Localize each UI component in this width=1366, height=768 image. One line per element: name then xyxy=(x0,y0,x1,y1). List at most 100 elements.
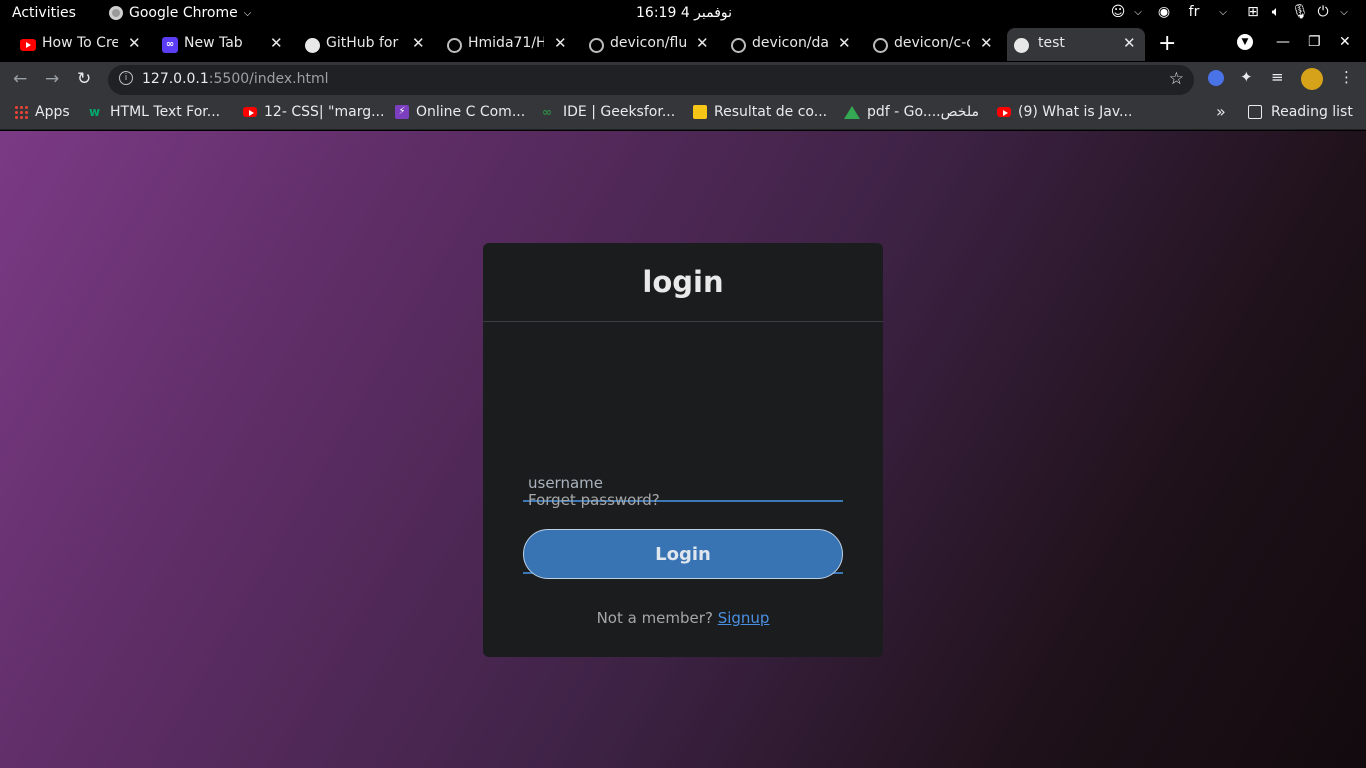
apps-grid-icon xyxy=(14,105,28,119)
bookmark-item[interactable]: pdf - Go....ملخص xyxy=(844,104,979,120)
close-icon[interactable]: ✕ xyxy=(838,34,851,52)
forgot-password-link[interactable]: Forget password? xyxy=(528,491,660,509)
close-icon[interactable]: ✕ xyxy=(270,34,283,52)
close-icon[interactable]: ✕ xyxy=(554,34,567,52)
network-icon[interactable]: ⊞ xyxy=(1242,4,1264,20)
tab-title: New Tab xyxy=(184,35,243,51)
bookmark-label: IDE | Geeksfor... xyxy=(563,104,676,120)
volume-icon[interactable]: 🔈︎ xyxy=(1264,4,1288,20)
close-icon[interactable]: ✕ xyxy=(696,34,709,52)
tab-0[interactable]: How To Cre ✕ xyxy=(14,28,150,61)
tab-title: devicon/flu xyxy=(610,35,686,51)
bookmark-item[interactable]: ⚡ Online C Com... xyxy=(395,104,525,120)
address-bar[interactable]: i 127.0.0.1:5500/index.html ☆ xyxy=(108,65,1194,95)
login-button[interactable]: Login xyxy=(523,529,843,579)
bookmark-apps[interactable]: Apps xyxy=(14,104,70,120)
close-icon[interactable]: ✕ xyxy=(128,34,141,52)
forward-icon[interactable]: → xyxy=(45,69,59,89)
menu-icon[interactable]: ⋮ xyxy=(1339,68,1354,86)
bookmark-item[interactable]: ∞ IDE | Geeksfor... xyxy=(542,104,675,120)
youtube-icon xyxy=(243,105,257,119)
reading-list-icon xyxy=(1248,105,1262,119)
clock[interactable]: نوفمبر 4 16:19 xyxy=(636,5,732,21)
bookmark-item[interactable]: Resultat de co... xyxy=(693,104,827,120)
chrome-icon xyxy=(109,6,123,20)
tab-title: GitHub for xyxy=(326,35,399,51)
new-tab-icon: ∞ xyxy=(162,37,178,53)
login-title: login xyxy=(642,265,724,299)
system-top-bar: Activities Google Chrome ⌵ نوفمبر 4 16:1… xyxy=(0,0,1366,27)
url-text[interactable]: 127.0.0.1:5500/index.html xyxy=(142,71,329,87)
restore-icon[interactable]: ❐ xyxy=(1308,34,1321,50)
tab-title: test xyxy=(1038,35,1065,51)
info-icon[interactable]: i xyxy=(119,71,133,85)
close-icon[interactable]: ✕ xyxy=(412,34,425,52)
bookmark-item[interactable]: (9) What is Jav... xyxy=(997,104,1132,120)
tab-title: devicon/da xyxy=(752,35,828,51)
bookmark-label: 12- CSS| "marg... xyxy=(264,104,385,120)
media-icon[interactable]: ≡ xyxy=(1271,68,1284,86)
github-icon xyxy=(446,37,462,53)
tab-3[interactable]: Hmida71/H ✕ xyxy=(440,28,576,61)
tab-5[interactable]: devicon/da ✕ xyxy=(724,28,860,61)
activities-button[interactable]: Activities xyxy=(12,5,76,21)
power-icon[interactable]: ⏻ xyxy=(1312,4,1334,20)
browser-toolbar: ← → ↻ i 127.0.0.1:5500/index.html ☆ ✦ ≡ … xyxy=(0,62,1366,97)
tab-2[interactable]: GitHub for ✕ xyxy=(298,28,434,61)
youtube-icon xyxy=(20,37,36,53)
tab-4[interactable]: devicon/flu ✕ xyxy=(582,28,718,61)
reading-list-label: Reading list xyxy=(1271,104,1353,120)
back-icon[interactable]: ← xyxy=(13,69,27,89)
app-name: Google Chrome xyxy=(129,5,238,21)
bookmark-label: HTML Text For... xyxy=(110,104,221,120)
page-viewport: login Forget password? Login Not a membe… xyxy=(0,131,1366,768)
microphone-icon[interactable]: 🎙︎ xyxy=(1288,4,1312,20)
reload-icon[interactable]: ↻ xyxy=(77,69,91,89)
more-bookmarks-button[interactable]: » xyxy=(1216,102,1226,121)
globe-icon xyxy=(304,37,320,53)
minimize-icon[interactable]: — xyxy=(1276,34,1290,50)
tab-title: Hmida71/H xyxy=(468,35,544,51)
bookmarks-bar: Apps w HTML Text For... 12- CSS| "marg..… xyxy=(0,97,1366,130)
emoji-icon[interactable]: ☺ xyxy=(1104,4,1132,20)
bookmark-label: pdf - Go....ملخص xyxy=(867,104,979,120)
chevron-down-icon: ⌵ xyxy=(1340,6,1348,18)
bookmark-label: Apps xyxy=(35,104,70,120)
login-card: login Forget password? Login Not a membe… xyxy=(483,243,883,657)
w3-icon: w xyxy=(89,105,101,119)
bookmark-item[interactable]: w HTML Text For... xyxy=(89,104,220,120)
chevron-down-icon: ⌵ xyxy=(1134,6,1142,18)
close-window-icon[interactable]: ✕ xyxy=(1339,34,1351,50)
chevron-down-icon: ⌵ xyxy=(243,7,252,19)
not-member-text: Not a member? xyxy=(596,609,713,627)
discord-icon[interactable]: ◉ xyxy=(1144,4,1184,20)
github-icon xyxy=(730,37,746,53)
tab-7-active[interactable]: test ✕ xyxy=(1007,28,1145,61)
github-icon xyxy=(872,37,888,53)
new-tab-button[interactable]: + xyxy=(1158,31,1176,56)
github-icon xyxy=(588,37,604,53)
tab-title: How To Cre xyxy=(42,35,118,51)
signup-link[interactable]: Signup xyxy=(718,609,770,627)
keyboard-layout[interactable]: fr xyxy=(1184,4,1204,20)
bookmark-item[interactable]: 12- CSS| "marg... xyxy=(243,104,384,120)
chevron-down-icon: ⌵ xyxy=(1219,6,1227,18)
puzzle-icon[interactable]: ✦ xyxy=(1240,68,1253,86)
bolt-icon: ⚡ xyxy=(395,105,409,119)
close-icon[interactable]: ✕ xyxy=(980,34,993,52)
tab-search-icon[interactable]: ▼ xyxy=(1237,34,1253,50)
signup-prompt: Not a member? Signup xyxy=(483,609,883,627)
bookmark-label: Online C Com... xyxy=(416,104,526,120)
app-menu[interactable]: Google Chrome ⌵ xyxy=(109,5,251,21)
close-icon[interactable]: ✕ xyxy=(1123,34,1136,52)
geeks-icon: ∞ xyxy=(542,105,552,119)
bookmark-star-icon[interactable]: ☆ xyxy=(1169,69,1184,89)
system-tray: ☺ ⌵ ◉ fr ⌵ ⊞ 🔈︎ 🎙︎ ⏻ ⌵ xyxy=(1104,4,1354,20)
tab-title: devicon/c-c xyxy=(894,35,970,51)
tab-1[interactable]: ∞ New Tab ✕ xyxy=(156,28,292,61)
reading-list-button[interactable]: Reading list xyxy=(1248,104,1353,120)
avatar[interactable] xyxy=(1301,68,1323,90)
globe-icon xyxy=(1013,37,1029,53)
tab-6[interactable]: devicon/c-c ✕ xyxy=(866,28,1002,61)
extension-icon[interactable] xyxy=(1208,70,1224,86)
